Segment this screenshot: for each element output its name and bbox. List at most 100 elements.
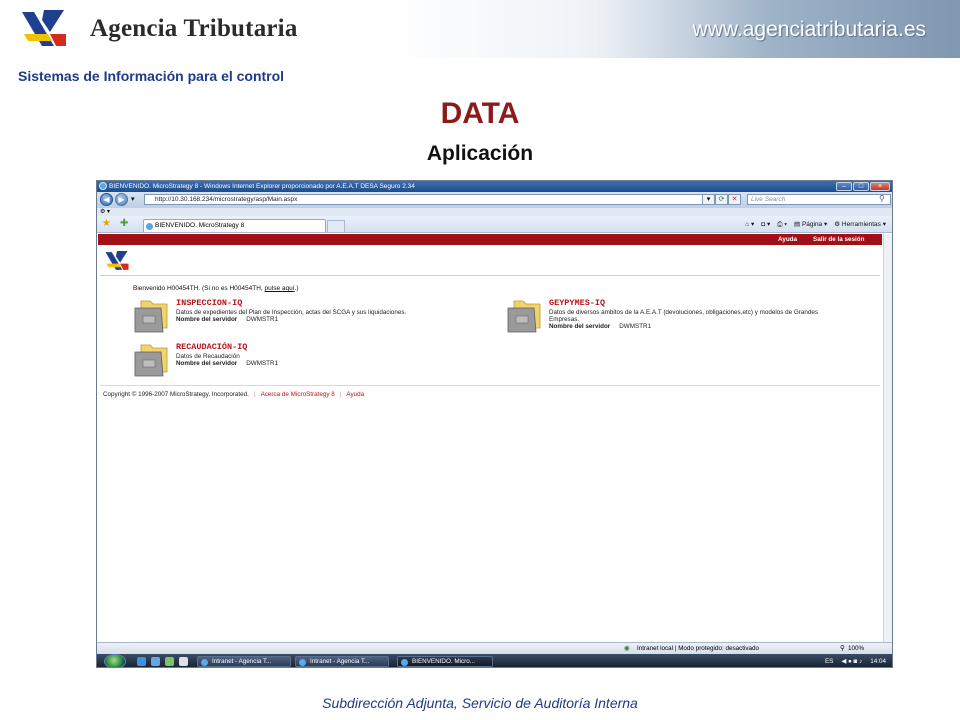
history-dropdown-icon[interactable]: ▾ <box>131 195 135 203</box>
toolbar-options-icon[interactable]: ⚙ ▾ <box>100 209 110 215</box>
agencia-tributaria-logo-icon <box>22 10 66 46</box>
messenger-icon[interactable] <box>179 657 188 666</box>
tray-icons[interactable]: ◀ ● ◙ ♪ <box>841 656 862 667</box>
internet-explorer-icon <box>99 182 107 190</box>
project-description: Datos de diversos ámbitos de la A.E.A.T … <box>549 309 819 323</box>
add-favorite-icon[interactable]: ✚ <box>120 218 128 230</box>
server-label: Nombre del servidor <box>176 360 238 367</box>
stop-icon[interactable]: ✕ <box>728 194 741 205</box>
brand-name: Agencia Tributaria <box>90 15 298 42</box>
window-title: BIENVENIDO. MicroStrategy 8 - Windows In… <box>109 183 415 190</box>
logout-link[interactable]: Salir de la sesión <box>813 234 864 245</box>
intranet-zone-icon: ◉ <box>624 645 630 652</box>
folder-icon <box>507 300 541 333</box>
start-button[interactable] <box>104 654 126 667</box>
address-row: ◀ ▶ ▾ http://10.30.168.234/microstrategy… <box>97 192 892 208</box>
search-input[interactable]: Live Search <box>747 194 891 205</box>
project-description: Datos de expedientes del Plan de Inspecc… <box>176 309 407 316</box>
tab-page-icon <box>146 223 153 230</box>
window-controls: – □ × <box>836 182 890 191</box>
refresh-icon[interactable]: ⟳ <box>715 194 728 205</box>
status-bar: ◉ Intranet local | Modo protegido: desac… <box>97 642 892 654</box>
back-button[interactable]: ◀ <box>100 193 113 206</box>
welcome-suffix: .) <box>294 285 299 292</box>
project-server: Nombre del servidor DWMSTR1 <box>176 316 278 323</box>
window-titlebar: BIENVENIDO. MicroStrategy 8 - Windows In… <box>97 181 892 192</box>
tools-menu-label: Herramientas <box>841 221 881 228</box>
project-item[interactable]: INSPECCION-IQ Datos de expedientes del P… <box>133 298 463 338</box>
forward-button[interactable]: ▶ <box>115 193 128 206</box>
project-name[interactable]: RECAUDACIÓN-IQ <box>176 342 247 352</box>
welcome-prefix: Bienvenido H00454TH. (Si no es H00454TH, <box>133 285 265 292</box>
feeds-icon[interactable]: ◘ ▾ <box>761 219 770 230</box>
server-value: DWMSTR1 <box>246 316 279 323</box>
project-description: Datos de Recaudación <box>176 353 240 360</box>
close-button[interactable]: × <box>870 182 890 191</box>
project-item[interactable]: RECAUDACIÓN-IQ Datos de Recaudación Nomb… <box>133 342 463 382</box>
zoom-icon: ⚲ <box>840 645 845 652</box>
taskbar-item-label: BIENVENIDO. Micro... <box>412 658 475 665</box>
section-title: Sistemas de Información para el control <box>18 68 285 84</box>
show-desktop-icon[interactable] <box>165 657 174 666</box>
new-tab-button[interactable] <box>327 220 345 232</box>
browser-screenshot: BIENVENIDO. MicroStrategy 8 - Windows In… <box>96 180 893 668</box>
taskbar-item-label: Intranet - Agencia T... <box>310 658 370 665</box>
server-label: Nombre del servidor <box>549 323 611 330</box>
menu-row: ⚙ ▾ <box>97 208 892 216</box>
home-icon[interactable]: ⌂ ▾ <box>745 219 754 230</box>
vertical-scrollbar[interactable] <box>883 234 892 642</box>
about-link[interactable]: Acerca de MicroStrategy 8 <box>261 391 335 398</box>
tools-menu[interactable]: ⚙ Herramientas ▾ <box>834 219 886 230</box>
security-zone[interactable]: Intranet local | Modo protegido: desacti… <box>637 643 759 654</box>
search-icon[interactable]: ⚲ <box>879 194 885 203</box>
taskbar-item[interactable]: Intranet - Agencia T... <box>197 656 291 667</box>
project-name[interactable]: INSPECCION-IQ <box>176 298 242 308</box>
help-link[interactable]: Ayuda <box>778 234 797 245</box>
microstrategy-header-bar: Ayuda Salir de la sesión <box>98 234 882 245</box>
print-icon[interactable]: ⎙ ▾ <box>777 219 787 230</box>
folder-icon <box>134 344 168 377</box>
ie-quicklaunch-icon[interactable] <box>151 657 160 666</box>
welcome-text: Bienvenido H00454TH. (Si no es H00454TH,… <box>133 285 299 292</box>
server-value: DWMSTR1 <box>246 360 279 367</box>
ie-quicklaunch-icon[interactable] <box>137 657 146 666</box>
slide-subtitle: Aplicación <box>426 142 534 165</box>
folder-icon <box>134 300 168 333</box>
project-item[interactable]: GEYPYMES-IQ Datos de diversos ámbitos de… <box>506 298 836 338</box>
project-name[interactable]: GEYPYMES-IQ <box>549 298 605 308</box>
server-value: DWMSTR1 <box>619 323 652 330</box>
brand-url: www.agenciatributaria.es <box>692 18 926 41</box>
project-server: Nombre del servidor DWMSTR1 <box>549 323 651 330</box>
project-server: Nombre del servidor DWMSTR1 <box>176 360 278 367</box>
page-menu-label: Página <box>801 221 823 228</box>
favorites-row: ★ ✚ BIENVENIDO. MicroStrategy 8 ⌂ ▾ ◘ ▾ … <box>97 216 892 233</box>
taskbar-item[interactable]: BIENVENIDO. Micro... <box>397 656 493 667</box>
favorites-star-icon[interactable]: ★ <box>102 218 111 230</box>
system-tray: ES ◀ ● ◙ ♪ 14:04 <box>825 656 886 667</box>
footer-divider <box>100 385 880 386</box>
zoom-level[interactable]: 100% <box>848 643 864 654</box>
address-bar[interactable]: http://10.30.168.234/microstrategy/asp/M… <box>144 194 739 205</box>
clock[interactable]: 14:04 <box>870 656 886 667</box>
tab-title: BIENVENIDO. MicroStrategy 8 <box>155 222 245 229</box>
language-indicator[interactable]: ES <box>825 656 833 667</box>
windows-taskbar: Intranet - Agencia T... Intranet - Agenc… <box>97 654 892 667</box>
footer-help-link[interactable]: Ayuda <box>346 391 364 398</box>
address-dropdown-icon[interactable]: ▾ <box>702 194 715 205</box>
tab-microstrategy[interactable]: BIENVENIDO. MicroStrategy 8 <box>143 219 326 232</box>
page-divider <box>100 275 880 276</box>
slide-header: Agencia Tributaria www.agenciatributaria… <box>0 0 960 58</box>
taskbar-item-label: Intranet - Agencia T... <box>212 658 272 665</box>
agencia-tributaria-small-logo-icon <box>105 251 129 270</box>
copyright-footer: Copyright © 1996-2007 MicroStrategy, Inc… <box>103 391 365 398</box>
taskbar-item[interactable]: Intranet - Agencia T... <box>295 656 389 667</box>
copyright-text: Copyright © 1996-2007 MicroStrategy, Inc… <box>103 391 249 398</box>
slide-title: DATA <box>440 97 520 130</box>
page-menu[interactable]: ▤ Página ▾ <box>794 219 827 230</box>
server-label: Nombre del servidor <box>176 316 238 323</box>
command-bar: ⌂ ▾ ◘ ▾ ⎙ ▾ ▤ Página ▾ ⚙ Herramientas ▾ <box>745 219 886 230</box>
maximize-button[interactable]: □ <box>853 182 869 191</box>
slide-footer: Subdirección Adjunta, Servicio de Audito… <box>322 695 638 711</box>
switch-user-link[interactable]: pulse aquí <box>265 285 295 292</box>
minimize-button[interactable]: – <box>836 182 852 191</box>
